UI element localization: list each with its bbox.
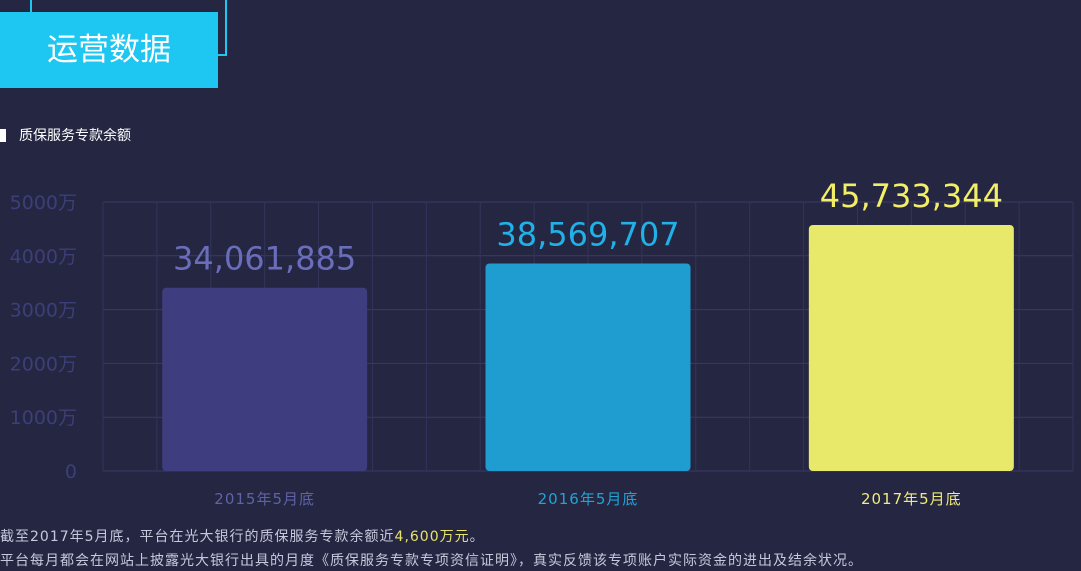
section-marker	[0, 129, 6, 142]
x-category-label: 2017年5月底	[861, 490, 962, 508]
page-title: 运营数据	[0, 12, 218, 88]
bar-chart: 0 1000万 2000万 3000万 4000万 5000万 34,061,885 2015…	[10, 177, 1074, 508]
bar	[808, 224, 1014, 471]
y-tick-label: 0	[65, 461, 77, 483]
bar-value-label: 34,061,885	[173, 240, 356, 278]
y-tick-label: 5000万	[10, 192, 77, 214]
x-category-label: 2016年5月底	[538, 490, 639, 508]
x-category-label: 2015年5月底	[214, 490, 315, 508]
footer-line-1: 截至2017年5月底，平台在光大银行的质保服务专款余额近4,600万元。	[0, 527, 485, 547]
y-tick-label: 4000万	[10, 246, 77, 268]
y-tick-label: 3000万	[10, 300, 77, 322]
bar	[162, 287, 368, 471]
footer-line-2: 平台每月都会在网站上披露光大银行出具的月度《质保服务专款专项资信证明》，真实反馈…	[0, 553, 863, 569]
bar	[485, 263, 691, 471]
y-tick-label: 1000万	[10, 407, 77, 429]
footer-highlight-amount: 4,600万元	[394, 529, 470, 545]
footer-line-1-suffix: 。	[469, 529, 485, 545]
footer-line-1-prefix: 截至2017年5月底，平台在光大银行的质保服务专款余额近	[0, 529, 395, 545]
y-tick-label: 2000万	[10, 353, 77, 375]
bar-value-label: 38,569,707	[496, 215, 679, 253]
section-title: 质保服务专款余额	[19, 128, 131, 144]
bar-value-label: 45,733,344	[820, 177, 1003, 215]
